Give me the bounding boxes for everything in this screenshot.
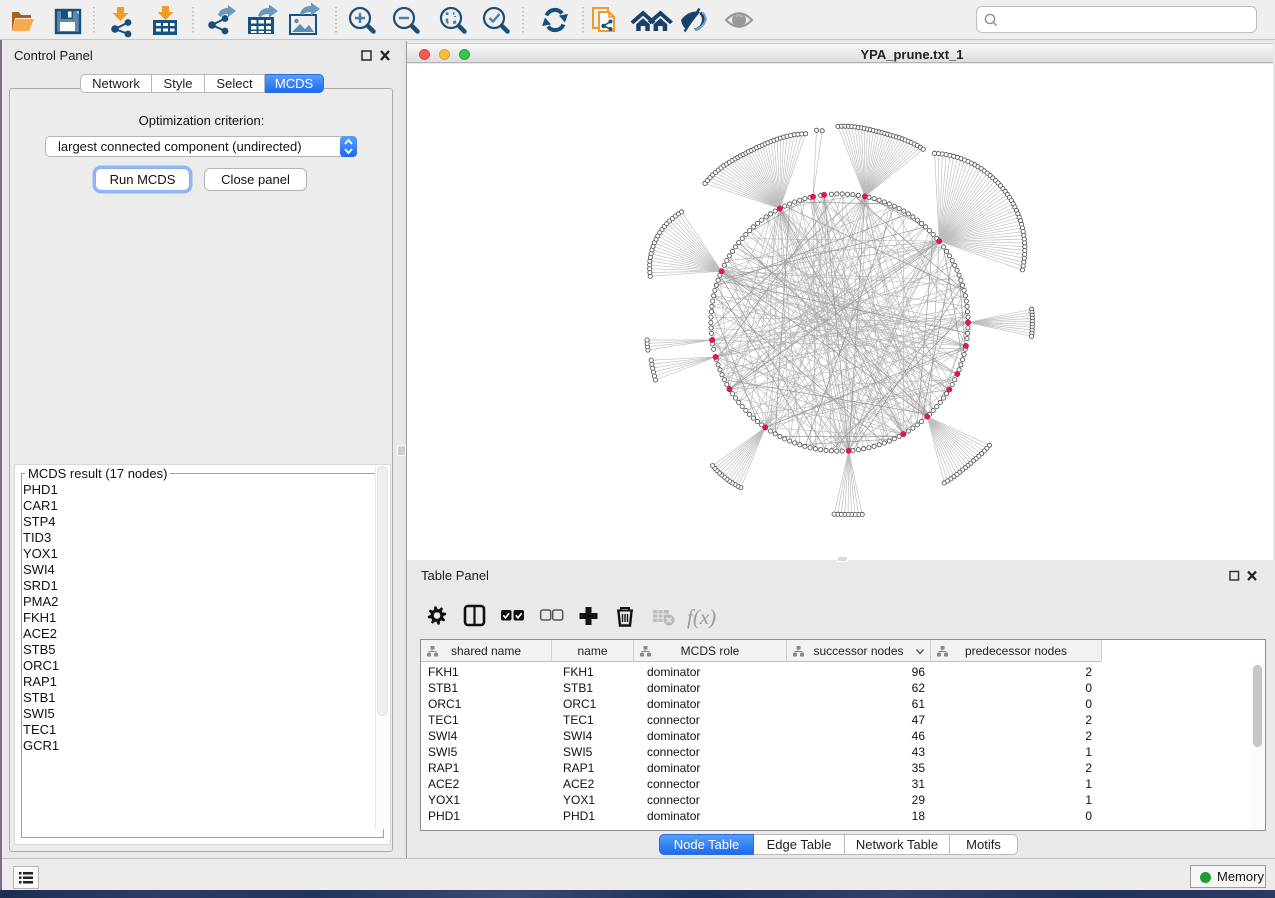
svg-text:f(x): f(x) [687,605,716,629]
